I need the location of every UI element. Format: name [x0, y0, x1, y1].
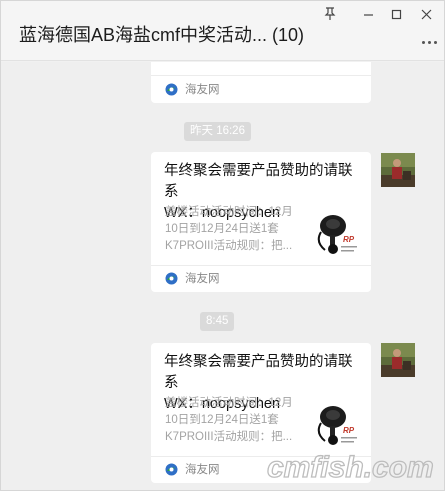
- more-icon[interactable]: [417, 35, 441, 49]
- minimize-icon[interactable]: [357, 5, 379, 23]
- card-divider: [151, 75, 371, 76]
- card-desc-line: K7PROIII活动规则：把...: [165, 240, 293, 252]
- timestamp: 昨天 16:26: [184, 122, 251, 141]
- card-desc-line: K7PROIII活动规则：把...: [165, 431, 293, 443]
- thumb-brand: RP: [343, 426, 355, 435]
- article-card-partial[interactable]: 海友网: [151, 62, 371, 103]
- card-thumbnail: RP: [317, 406, 357, 445]
- avatar[interactable]: [381, 153, 415, 187]
- haiyou-logo-icon: [165, 272, 178, 284]
- article-card[interactable]: 年终聚会需要产品赞助的请联系 WX：noopsychen 盖楼活动活动时间：12…: [151, 152, 371, 292]
- card-desc-line: 10日到12月24日送1套: [165, 414, 279, 426]
- message-list[interactable]: 海友网 昨天 16:26 年终聚会需要产品赞助的请联系 WX：noopsyche…: [1, 62, 444, 490]
- card-title-line: 年终聚会需要产品赞助的请联系: [164, 354, 353, 391]
- card-desc-line: 10日到12月24日送1套: [165, 223, 279, 235]
- svg-text:cmfish.com: cmfish.com: [267, 451, 434, 484]
- watermark-logo: cmfish.com: [266, 450, 434, 484]
- timestamp: 8:45: [200, 312, 235, 331]
- card-source: 海友网: [165, 461, 220, 477]
- avatar[interactable]: [381, 343, 415, 377]
- chat-window: 蓝海德国AB海盐cmf中奖活动... (10) 海友网 昨天 16:26 年终聚…: [0, 0, 445, 491]
- card-source: 海友网: [165, 270, 220, 286]
- card-divider: [151, 265, 371, 266]
- chat-title: 蓝海德国AB海盐cmf中奖活动... (10): [19, 25, 305, 45]
- haiyou-logo-icon: [165, 83, 178, 95]
- card-title-line: 年终聚会需要产品赞助的请联系: [164, 163, 353, 200]
- card-description: 盖楼活动活动时间：12月 10日到12月24日送1套 K7PROIII活动规则：…: [165, 204, 305, 255]
- haiyou-logo-icon: [165, 463, 178, 475]
- card-thumbnail: RP: [317, 215, 357, 254]
- card-description: 盖楼活动活动时间：12月 10日到12月24日送1套 K7PROIII活动规则：…: [165, 395, 305, 446]
- card-source: 海友网: [165, 81, 220, 97]
- card-desc-line: 盖楼活动活动时间：12月: [165, 397, 293, 409]
- thumb-brand: RP: [343, 235, 355, 244]
- card-desc-line: 盖楼活动活动时间：12月: [165, 206, 293, 218]
- maximize-icon[interactable]: [385, 5, 407, 23]
- source-name: 海友网: [185, 273, 220, 285]
- source-name: 海友网: [185, 464, 220, 476]
- title-bar: 蓝海德国AB海盐cmf中奖活动... (10): [1, 1, 444, 61]
- close-icon[interactable]: [415, 5, 437, 23]
- source-name: 海友网: [185, 84, 220, 96]
- pin-icon[interactable]: [319, 5, 341, 23]
